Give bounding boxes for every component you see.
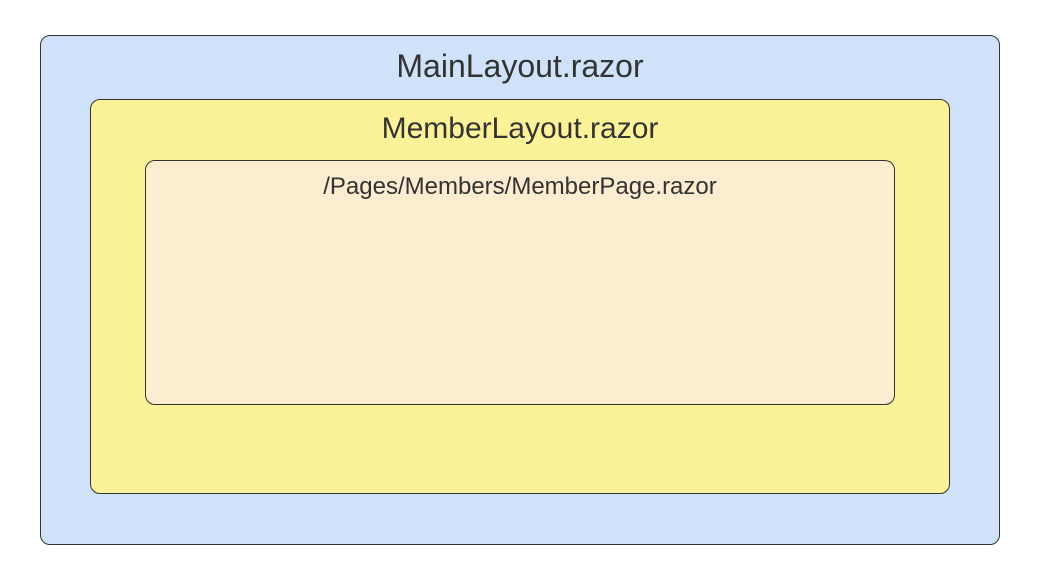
member-page-box: /Pages/Members/MemberPage.razor [145, 160, 895, 405]
member-page-label: /Pages/Members/MemberPage.razor [323, 173, 717, 201]
member-layout-label: MemberLayout.razor [382, 112, 659, 146]
main-layout-label: MainLayout.razor [396, 48, 643, 85]
member-layout-box: MemberLayout.razor /Pages/Members/Member… [90, 99, 950, 494]
main-layout-box: MainLayout.razor MemberLayout.razor /Pag… [40, 35, 1000, 545]
